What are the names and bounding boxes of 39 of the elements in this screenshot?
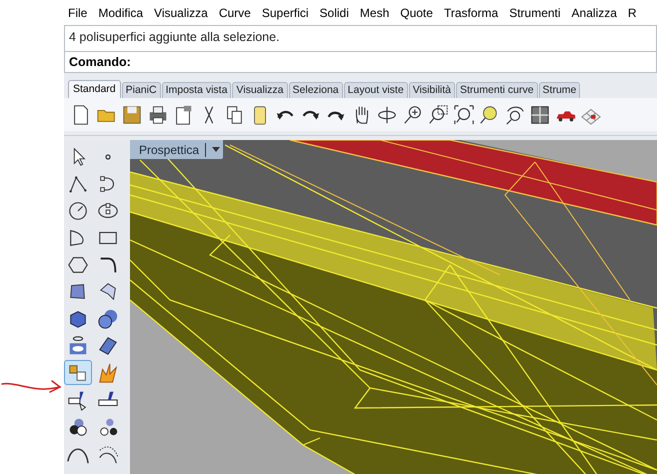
- menu-item[interactable]: Modifica: [98, 4, 144, 22]
- point-icon: [105, 154, 111, 160]
- toolbar-tab[interactable]: Strume: [538, 82, 580, 98]
- zoom-extents-icon[interactable]: [452, 104, 474, 126]
- dropdown-caret-icon[interactable]: [212, 147, 220, 152]
- menu-item[interactable]: Superfici: [262, 4, 309, 22]
- menu-item[interactable]: File: [68, 4, 88, 22]
- toolbar-tab[interactable]: Layout viste: [344, 82, 408, 98]
- menu-item[interactable]: Mesh: [360, 4, 390, 22]
- circle-icon: [67, 200, 89, 222]
- menu-item[interactable]: Curve: [218, 4, 251, 22]
- burst-icon: [97, 362, 119, 384]
- command-prompt: Comando:: [69, 54, 131, 71]
- viewport-wireframe-drawing[interactable]: [130, 140, 657, 474]
- menu-item[interactable]: Solidi: [320, 4, 349, 22]
- menu-item[interactable]: R: [628, 4, 637, 22]
- viewport-title: Prospettica: [139, 142, 200, 158]
- four-viewports-icon[interactable]: [529, 104, 551, 126]
- toolbar-tab[interactable]: PianiC: [122, 82, 161, 98]
- menu-item[interactable]: Visualizza: [154, 4, 208, 22]
- toolbar-tab[interactable]: Visualizza: [232, 82, 288, 98]
- toolbar-tab[interactable]: Standard: [68, 80, 121, 98]
- zoom-in-icon[interactable]: [402, 104, 424, 126]
- tool-button[interactable]: [64, 360, 92, 385]
- viewport-title-tab[interactable]: Prospettica: [130, 140, 224, 159]
- menu-item[interactable]: Strumenti: [509, 4, 561, 22]
- menu-item[interactable]: Analizza: [572, 4, 617, 22]
- toolbar-tab[interactable]: Seleziona: [288, 82, 343, 98]
- spheres-icon: [97, 308, 119, 330]
- menu-item[interactable]: Trasforma: [444, 4, 498, 22]
- toolbar-tab[interactable]: Visibilità: [408, 82, 456, 98]
- toolbar-tab[interactable]: Imposta vista: [162, 82, 232, 98]
- zoom-window-icon[interactable]: [427, 104, 449, 126]
- bent-surface-icon: [97, 280, 119, 302]
- menu-item[interactable]: Quote: [400, 4, 433, 22]
- command-history: 4 polisuperfici aggiunte alla selezione.: [64, 25, 657, 52]
- zoom-selected-icon[interactable]: [478, 104, 500, 126]
- rotate-camera-icon[interactable]: [504, 104, 526, 126]
- toolbar-tab[interactable]: Strumenti curve: [456, 82, 538, 98]
